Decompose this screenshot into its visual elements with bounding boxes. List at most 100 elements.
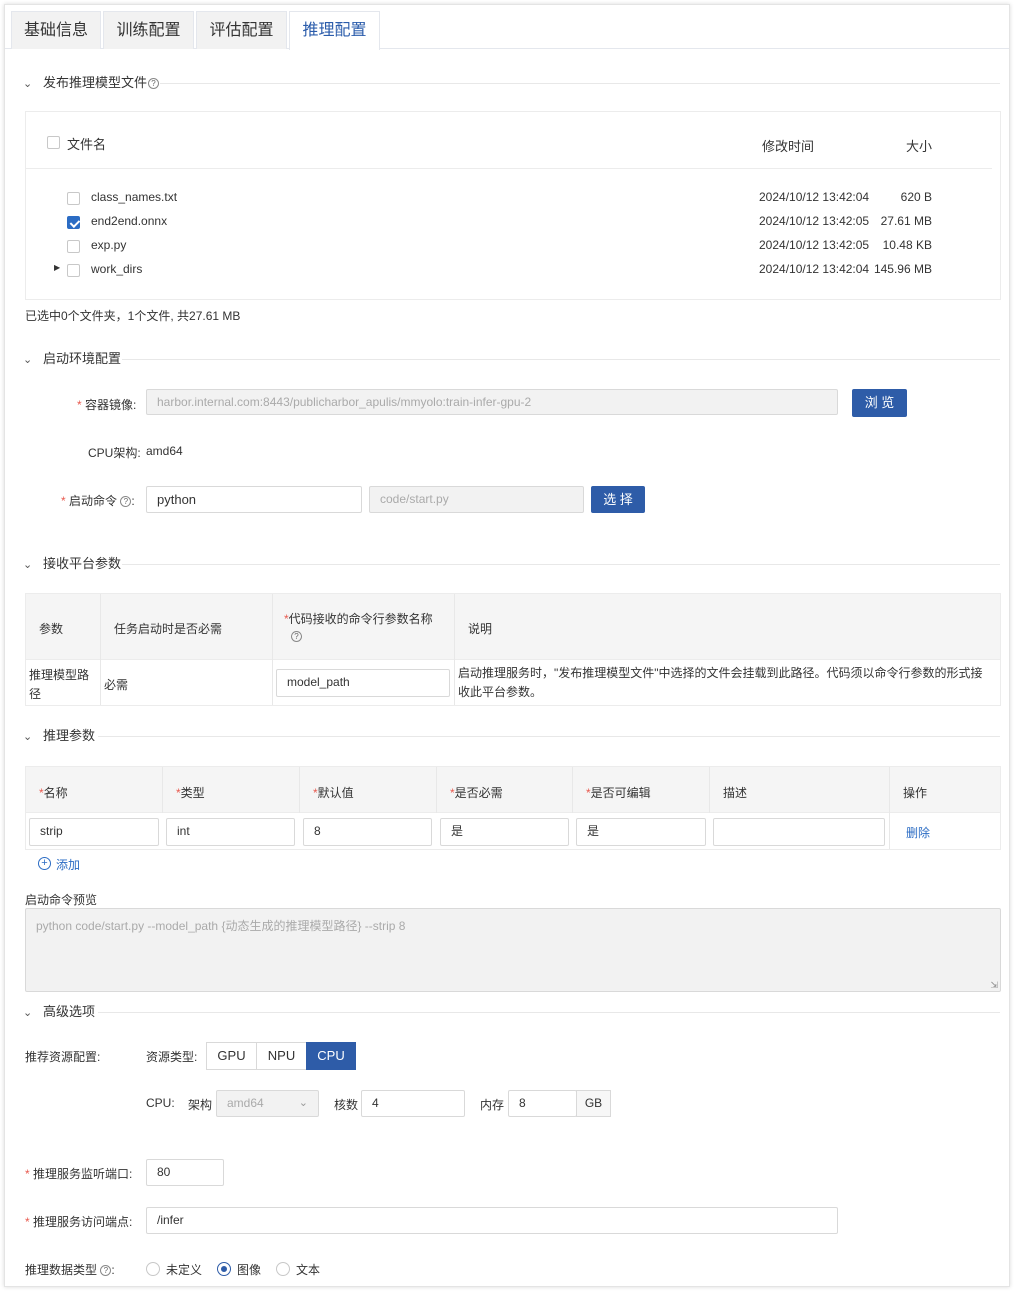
endpoint-label: * 推理服务访问端点: <box>25 1215 133 1229</box>
file-name[interactable]: class_names.txt <box>91 190 177 204</box>
folder-name[interactable]: work_dirs <box>91 262 142 276</box>
file-checkbox-checked[interactable] <box>67 216 80 229</box>
cmd-preview-text: python code/start.py --model_path {动态生成的… <box>36 919 406 933</box>
memory-input[interactable]: 8 <box>508 1090 577 1117</box>
radio-label[interactable]: 图像 <box>237 1261 261 1278</box>
radio-label[interactable]: 未定义 <box>166 1261 202 1278</box>
col-divider <box>272 594 273 705</box>
col-header-arg-name: *代码接收的命令行参数名称 <box>284 612 433 626</box>
col-header-required: 任务启动时是否必需 <box>114 622 223 636</box>
radio-image[interactable] <box>217 1262 231 1276</box>
chevron-down-icon: ⌄ <box>298 1097 308 1109</box>
tab-training-config[interactable]: 训练配置 <box>103 11 194 49</box>
radio-text[interactable] <box>276 1262 290 1276</box>
param-description: 启动推理服务时，"发布推理模型文件"中选择的文件会挂载到此路径。代码须以命令行参… <box>458 666 983 699</box>
param-name-input[interactable]: strip <box>29 818 159 846</box>
delete-link[interactable]: 删除 <box>906 824 930 841</box>
data-type-label: 推理数据类型 ?: <box>25 1263 115 1277</box>
resource-type-label: 资源类型: <box>146 1050 198 1064</box>
section-title: 高级选项 <box>43 1004 96 1019</box>
cmd-preview-label: 启动命令预览 <box>25 893 98 907</box>
radio-undefined[interactable] <box>146 1262 160 1276</box>
col-divider <box>100 594 101 705</box>
form-window: 基础信息 训练配置 评估配置 推理配置 ⌄ 发布推理模型文件? 文件名 修改时间 … <box>4 4 1010 1287</box>
tab-eval-config[interactable]: 评估配置 <box>196 11 287 49</box>
resource-type-gpu[interactable]: GPU <box>206 1042 257 1070</box>
tab-bar: 基础信息 训练配置 评估配置 推理配置 <box>5 5 1009 50</box>
tab-inference-config[interactable]: 推理配置 <box>289 11 380 50</box>
divider <box>98 736 1000 737</box>
radio-label[interactable]: 文本 <box>296 1261 320 1278</box>
select-button[interactable]: 选 择 <box>591 486 645 513</box>
divider <box>160 83 1000 84</box>
col-divider <box>572 767 573 813</box>
param-default-input[interactable]: 8 <box>303 818 432 846</box>
file-size: 145.96 MB <box>873 262 932 276</box>
param-type-input[interactable]: int <box>166 818 295 846</box>
col-header-desc: 描述 <box>723 786 748 800</box>
add-param-link[interactable]: 添加 <box>56 856 80 873</box>
col-header-desc: 说明 <box>468 622 493 636</box>
browse-button[interactable]: 浏 览 <box>852 389 907 417</box>
arch-select[interactable]: amd64 ⌄ <box>216 1090 319 1117</box>
tab-basic-info[interactable]: 基础信息 <box>11 11 101 49</box>
file-mtime: 2024/10/12 13:42:04 <box>759 262 870 276</box>
start-cmd-input[interactable]: python <box>146 486 362 513</box>
file-checkbox[interactable] <box>67 264 80 277</box>
file-size: 10.48 KB <box>882 238 932 252</box>
memory-unit: GB <box>576 1090 611 1117</box>
file-name[interactable]: end2end.onnx <box>91 214 167 228</box>
cores-input[interactable]: 4 <box>361 1090 465 1117</box>
param-required-input[interactable]: 是 <box>440 818 569 846</box>
cores-label: 核数 <box>334 1098 359 1112</box>
image-input[interactable]: harbor.internal.com:8443/publicharbor_ap… <box>146 389 838 415</box>
file-checkbox[interactable] <box>67 192 80 205</box>
help-icon[interactable]: ? <box>100 1265 112 1276</box>
col-header-type: *类型 <box>176 786 205 800</box>
help-icon[interactable]: ? <box>291 631 302 642</box>
section-title: 接收平台参数 <box>43 556 122 571</box>
section-publish-header[interactable]: ⌄ 发布推理模型文件? <box>23 73 160 93</box>
script-path-input[interactable]: code/start.py <box>369 486 584 513</box>
add-circle-icon[interactable]: + <box>38 857 51 870</box>
cmd-preview-textarea[interactable]: python code/start.py --model_path {动态生成的… <box>25 908 1001 992</box>
select-all-checkbox[interactable] <box>47 136 60 149</box>
section-title: 发布推理模型文件 <box>43 75 148 90</box>
file-mtime: 2024/10/12 13:42:04 <box>759 190 870 204</box>
section-advanced-header[interactable]: ⌄ 高级选项 <box>23 1002 95 1022</box>
section-infer-params-header[interactable]: ⌄ 推理参数 <box>23 726 95 746</box>
col-divider <box>709 767 710 813</box>
arg-name-input[interactable]: model_path <box>276 669 450 697</box>
section-title: 启动环境配置 <box>43 351 122 366</box>
col-header-editable: *是否可编辑 <box>586 786 651 800</box>
cpu-arch-value: amd64 <box>146 444 183 458</box>
file-checkbox[interactable] <box>67 240 80 253</box>
chevron-down-icon: ⌄ <box>23 78 33 90</box>
chevron-down-icon: ⌄ <box>23 354 33 366</box>
file-name[interactable]: exp.py <box>91 238 126 252</box>
col-header-required: *是否必需 <box>450 786 503 800</box>
image-label: * 容器镜像: <box>77 398 137 412</box>
col-header-size: 大小 <box>906 139 933 154</box>
param-required: 必需 <box>104 678 129 692</box>
arch-label: 架构 <box>188 1098 213 1112</box>
col-header-filename: 文件名 <box>67 137 107 152</box>
resize-handle-icon[interactable]: ⇲ <box>990 980 998 991</box>
expand-caret-icon[interactable]: ▶ <box>54 263 60 272</box>
selection-summary: 已选中0个文件夹，1个文件, 共27.61 MB <box>25 309 241 323</box>
help-icon[interactable]: ? <box>148 78 160 89</box>
resource-type-npu[interactable]: NPU <box>256 1042 307 1070</box>
section-env-header[interactable]: ⌄ 启动环境配置 <box>23 349 121 369</box>
divider <box>26 168 992 169</box>
param-name: 推理模型路径 <box>29 668 90 701</box>
port-label: * 推理服务监听端口: <box>25 1167 133 1181</box>
chevron-down-icon: ⌄ <box>23 1007 33 1019</box>
section-platform-header[interactable]: ⌄ 接收平台参数 <box>23 554 121 574</box>
help-icon[interactable]: ? <box>120 496 132 507</box>
endpoint-input[interactable]: /infer <box>146 1207 838 1234</box>
param-desc-input[interactable] <box>713 818 885 846</box>
cpu-arch-label: CPU架构: <box>88 446 141 460</box>
resource-type-cpu[interactable]: CPU <box>306 1042 356 1070</box>
param-editable-input[interactable]: 是 <box>576 818 706 846</box>
port-input[interactable]: 80 <box>146 1159 224 1186</box>
